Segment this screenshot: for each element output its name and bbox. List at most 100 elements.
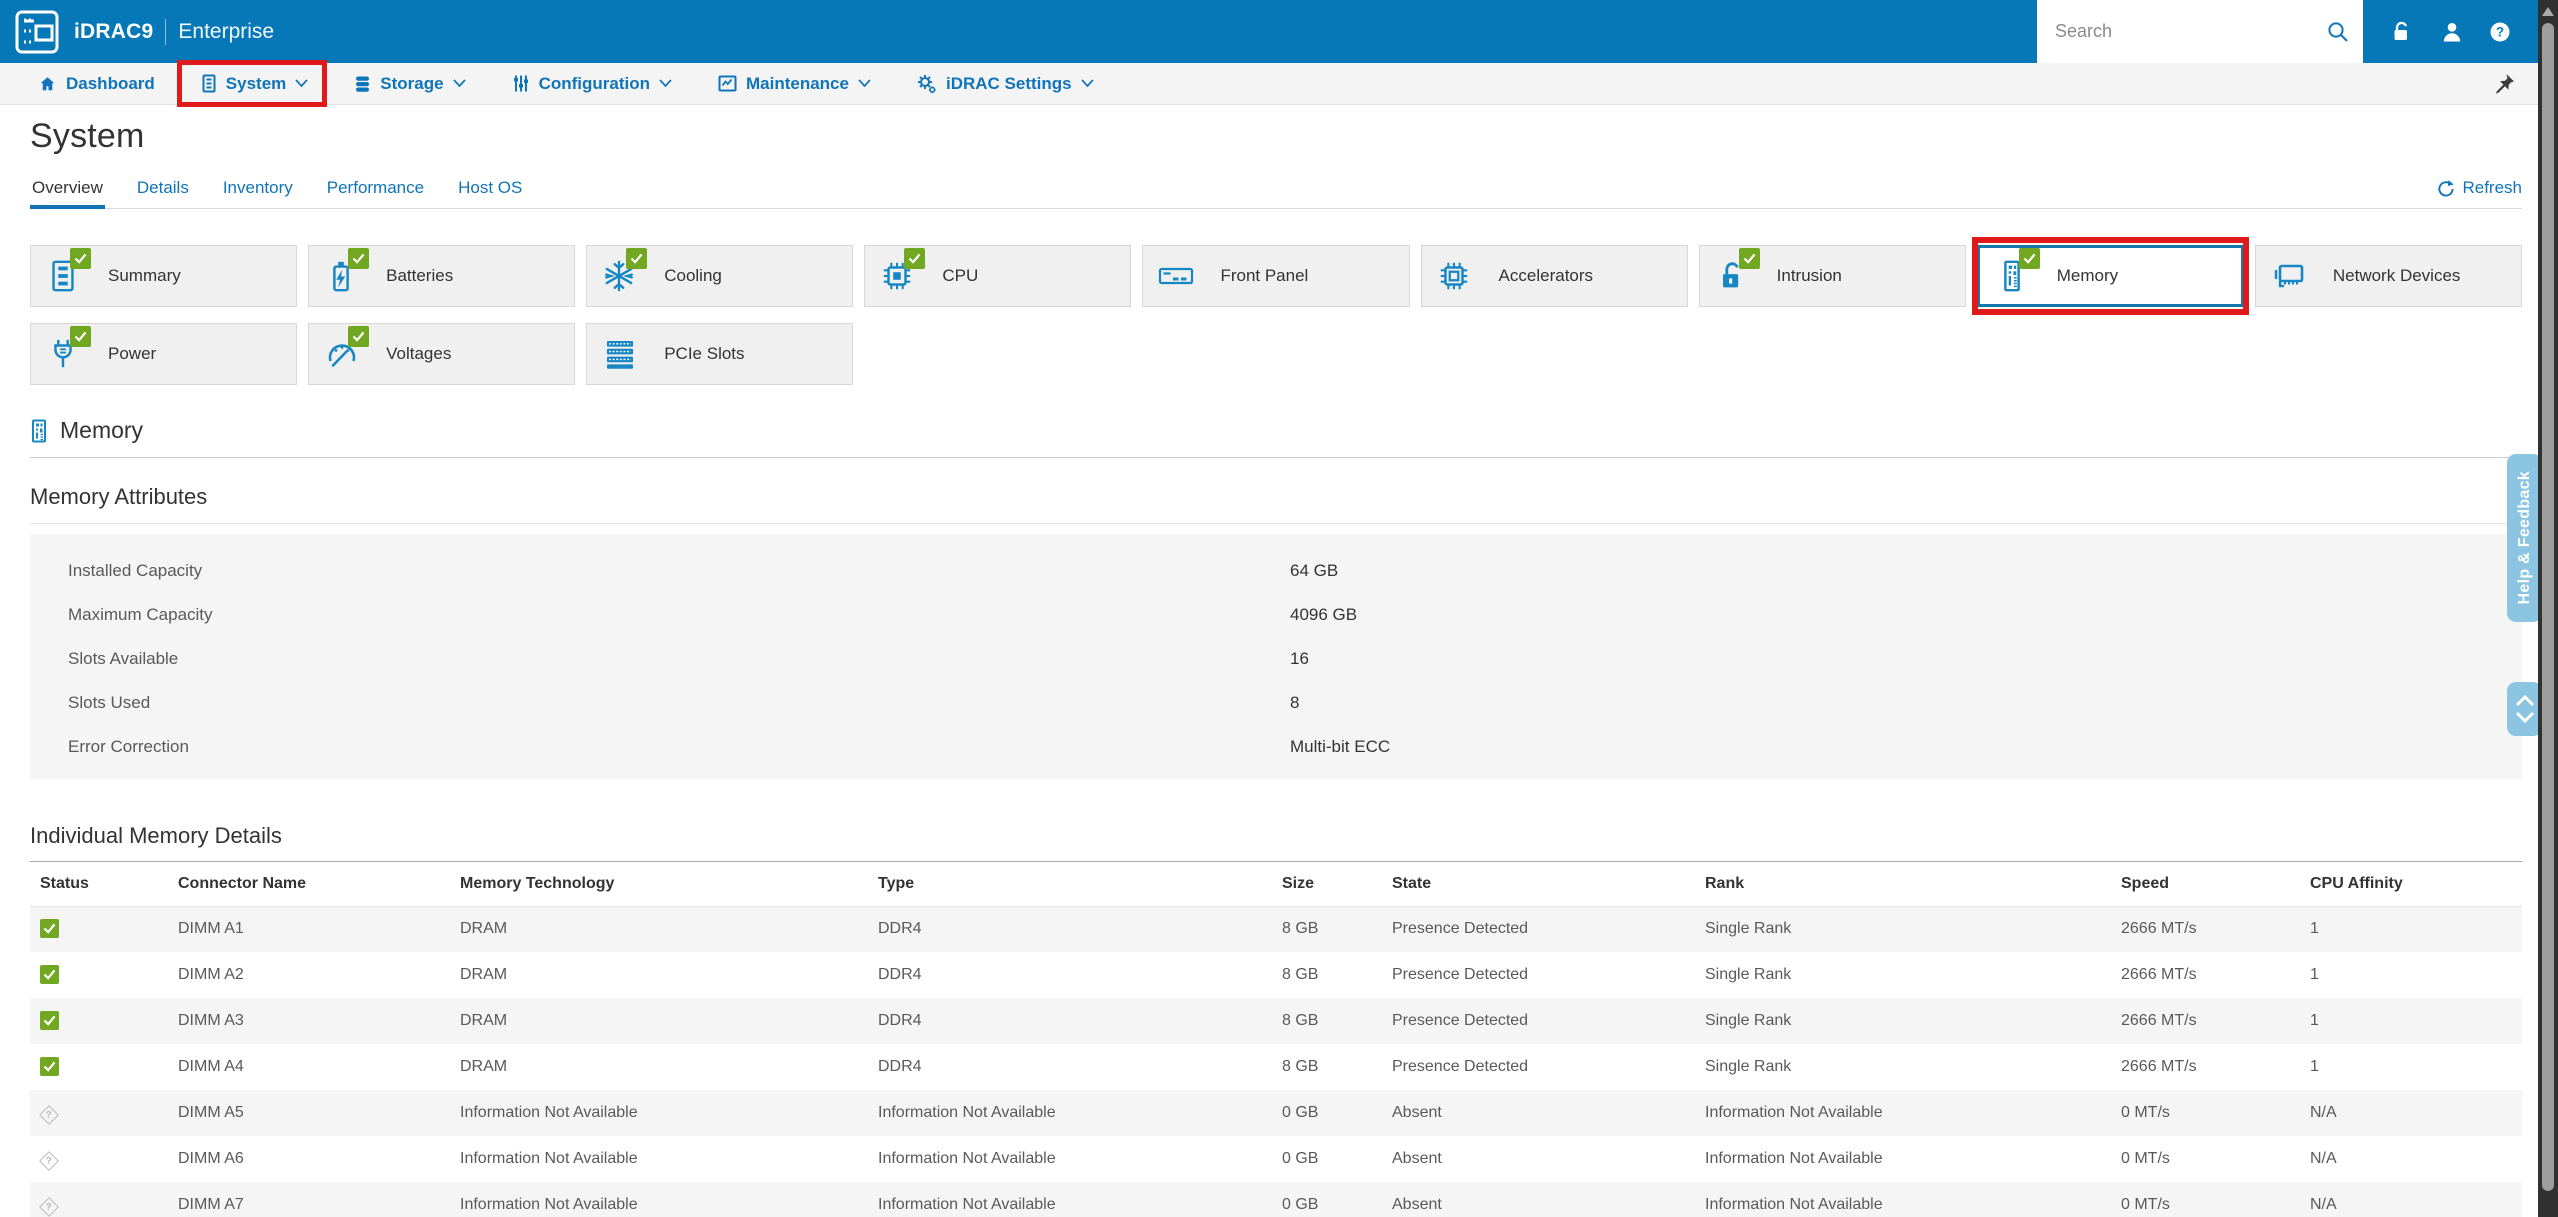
nav-item-idrac-settings[interactable]: iDRAC Settings [917, 74, 1094, 94]
table-row[interactable]: DIMM A2 DRAM DDR4 8 GB Presence Detected… [30, 952, 2522, 998]
nav-item-label: Maintenance [746, 74, 849, 94]
card-batteries[interactable]: Batteries [308, 245, 575, 307]
column-header-speed[interactable]: Speed [2111, 862, 2300, 906]
nav-item-dashboard[interactable]: Dashboard [38, 74, 155, 94]
card-front-panel[interactable]: Front Panel [1142, 245, 1409, 307]
cell-cpu-affinity: 1 [2300, 952, 2522, 998]
help-feedback-label: Help & Feedback [2516, 471, 2534, 604]
tab-performance[interactable]: Performance [325, 172, 426, 208]
accelerator-chip-icon [1437, 258, 1471, 294]
nav-item-system[interactable]: System [201, 74, 308, 94]
refresh-button[interactable]: Refresh [2436, 178, 2522, 208]
table-body: DIMM A1 DRAM DDR4 8 GB Presence Detected… [30, 906, 2522, 1217]
card-voltages[interactable]: Voltages [308, 323, 575, 385]
attribute-row: Error Correction Multi-bit ECC [68, 725, 2522, 769]
user-icon[interactable] [2441, 21, 2463, 43]
card-label: CPU [942, 266, 978, 286]
tab-host-os[interactable]: Host OS [456, 172, 524, 208]
status-unknown-icon: ? [39, 1197, 59, 1217]
pin-icon[interactable] [2492, 72, 2516, 96]
refresh-label: Refresh [2462, 178, 2522, 198]
unlock-icon[interactable] [2390, 21, 2414, 43]
help-icon[interactable]: ? [2489, 21, 2511, 43]
table-row[interactable]: ? DIMM A6 Information Not Available Info… [30, 1136, 2522, 1182]
table-row[interactable]: DIMM A3 DRAM DDR4 8 GB Presence Detected… [30, 998, 2522, 1044]
column-header-type[interactable]: Type [868, 862, 1272, 906]
nav-item-storage[interactable]: Storage [354, 74, 465, 94]
cell-speed: 2666 MT/s [2111, 1044, 2300, 1090]
nav-item-maintenance[interactable]: Maintenance [718, 74, 871, 94]
nav-item-configuration[interactable]: Configuration [512, 74, 672, 94]
card-accelerators[interactable]: Accelerators [1421, 245, 1688, 307]
cell-state: Presence Detected [1382, 1044, 1695, 1090]
column-header-status[interactable]: Status [30, 862, 168, 906]
table-row[interactable]: DIMM A4 DRAM DDR4 8 GB Presence Detected… [30, 1044, 2522, 1090]
column-header-size[interactable]: Size [1272, 862, 1382, 906]
chevron-down-icon [858, 79, 871, 88]
cell-connector-name: DIMM A3 [168, 998, 450, 1044]
attribute-value: Multi-bit ECC [1290, 737, 2522, 757]
card-label: Summary [108, 266, 181, 286]
hardware-cards: Summary Batteries [30, 245, 2522, 385]
cell-size: 0 GB [1272, 1136, 1382, 1182]
cell-cpu-affinity: N/A [2300, 1182, 2522, 1217]
chevron-up-icon[interactable] [2515, 694, 2535, 707]
cell-state: Absent [1382, 1090, 1695, 1136]
cell-type: DDR4 [868, 1044, 1272, 1090]
column-header-cpu-affinity[interactable]: CPU Affinity [2300, 862, 2522, 906]
table-row[interactable]: DIMM A1 DRAM DDR4 8 GB Presence Detected… [30, 906, 2522, 952]
scroll-up-arrow-icon[interactable] [2542, 7, 2554, 16]
table-row[interactable]: ? DIMM A7 Information Not Available Info… [30, 1182, 2522, 1217]
attributes-divider [30, 523, 2522, 524]
card-cpu[interactable]: CPU [864, 245, 1131, 307]
column-header-memory-technology[interactable]: Memory Technology [450, 862, 868, 906]
tab-details[interactable]: Details [135, 172, 191, 208]
search-icon[interactable] [2327, 21, 2349, 43]
card-power[interactable]: Power [30, 323, 297, 385]
card-summary[interactable]: Summary [30, 245, 297, 307]
cell-memory-technology: DRAM [450, 998, 868, 1044]
column-header-connector-name[interactable]: Connector Name [168, 862, 450, 906]
memory-attributes-title: Memory Attributes [30, 484, 2522, 510]
status-ok-badge [626, 248, 647, 269]
status-unknown-icon: ? [39, 1151, 59, 1171]
chevron-down-icon [1081, 79, 1094, 88]
product-name: iDRAC9 [74, 20, 153, 44]
cell-connector-name: DIMM A4 [168, 1044, 450, 1090]
individual-memory-details-title: Individual Memory Details [30, 823, 2522, 849]
front-panel-icon [1158, 258, 1194, 294]
scrollbar-thumb[interactable] [2542, 23, 2554, 1191]
cell-speed: 2666 MT/s [2111, 998, 2300, 1044]
cell-cpu-affinity: 1 [2300, 1044, 2522, 1090]
card-network-devices[interactable]: Network Devices [2255, 245, 2522, 307]
cell-size: 0 GB [1272, 1090, 1382, 1136]
column-header-rank[interactable]: Rank [1695, 862, 2111, 906]
tab-overview[interactable]: Overview [30, 172, 105, 208]
cell-type: Information Not Available [868, 1136, 1272, 1182]
tab-inventory[interactable]: Inventory [221, 172, 295, 208]
attribute-row: Installed Capacity 64 GB [68, 549, 2522, 593]
scrollbar[interactable] [2538, 0, 2558, 1217]
card-memory[interactable]: Memory [1977, 245, 2244, 307]
card-pcie-slots[interactable]: PCIe Slots [586, 323, 853, 385]
card-intrusion[interactable]: Intrusion [1699, 245, 1966, 307]
card-cooling[interactable]: Cooling [586, 245, 853, 307]
attribute-row: Slots Available 16 [68, 637, 2522, 681]
help-feedback-tab[interactable]: Help & Feedback [2507, 454, 2542, 622]
cell-rank: Single Rank [1695, 1044, 2111, 1090]
cell-memory-technology: Information Not Available [450, 1182, 868, 1217]
nav-item-label: Dashboard [66, 74, 155, 94]
cell-state: Presence Detected [1382, 998, 1695, 1044]
search-input[interactable] [2055, 21, 2327, 42]
memory-dimm-icon [30, 419, 48, 443]
nav-item-label: Configuration [539, 74, 650, 94]
table-row[interactable]: ? DIMM A5 Information Not Available Info… [30, 1090, 2522, 1136]
attribute-value: 16 [1290, 649, 2522, 669]
check-icon [352, 253, 365, 264]
column-header-state[interactable]: State [1382, 862, 1695, 906]
status-ok-icon [40, 919, 59, 938]
status-ok-badge [1739, 248, 1760, 269]
attribute-label: Slots Available [68, 649, 1290, 669]
card-label: Voltages [386, 344, 451, 364]
chevron-down-icon[interactable] [2515, 711, 2535, 724]
